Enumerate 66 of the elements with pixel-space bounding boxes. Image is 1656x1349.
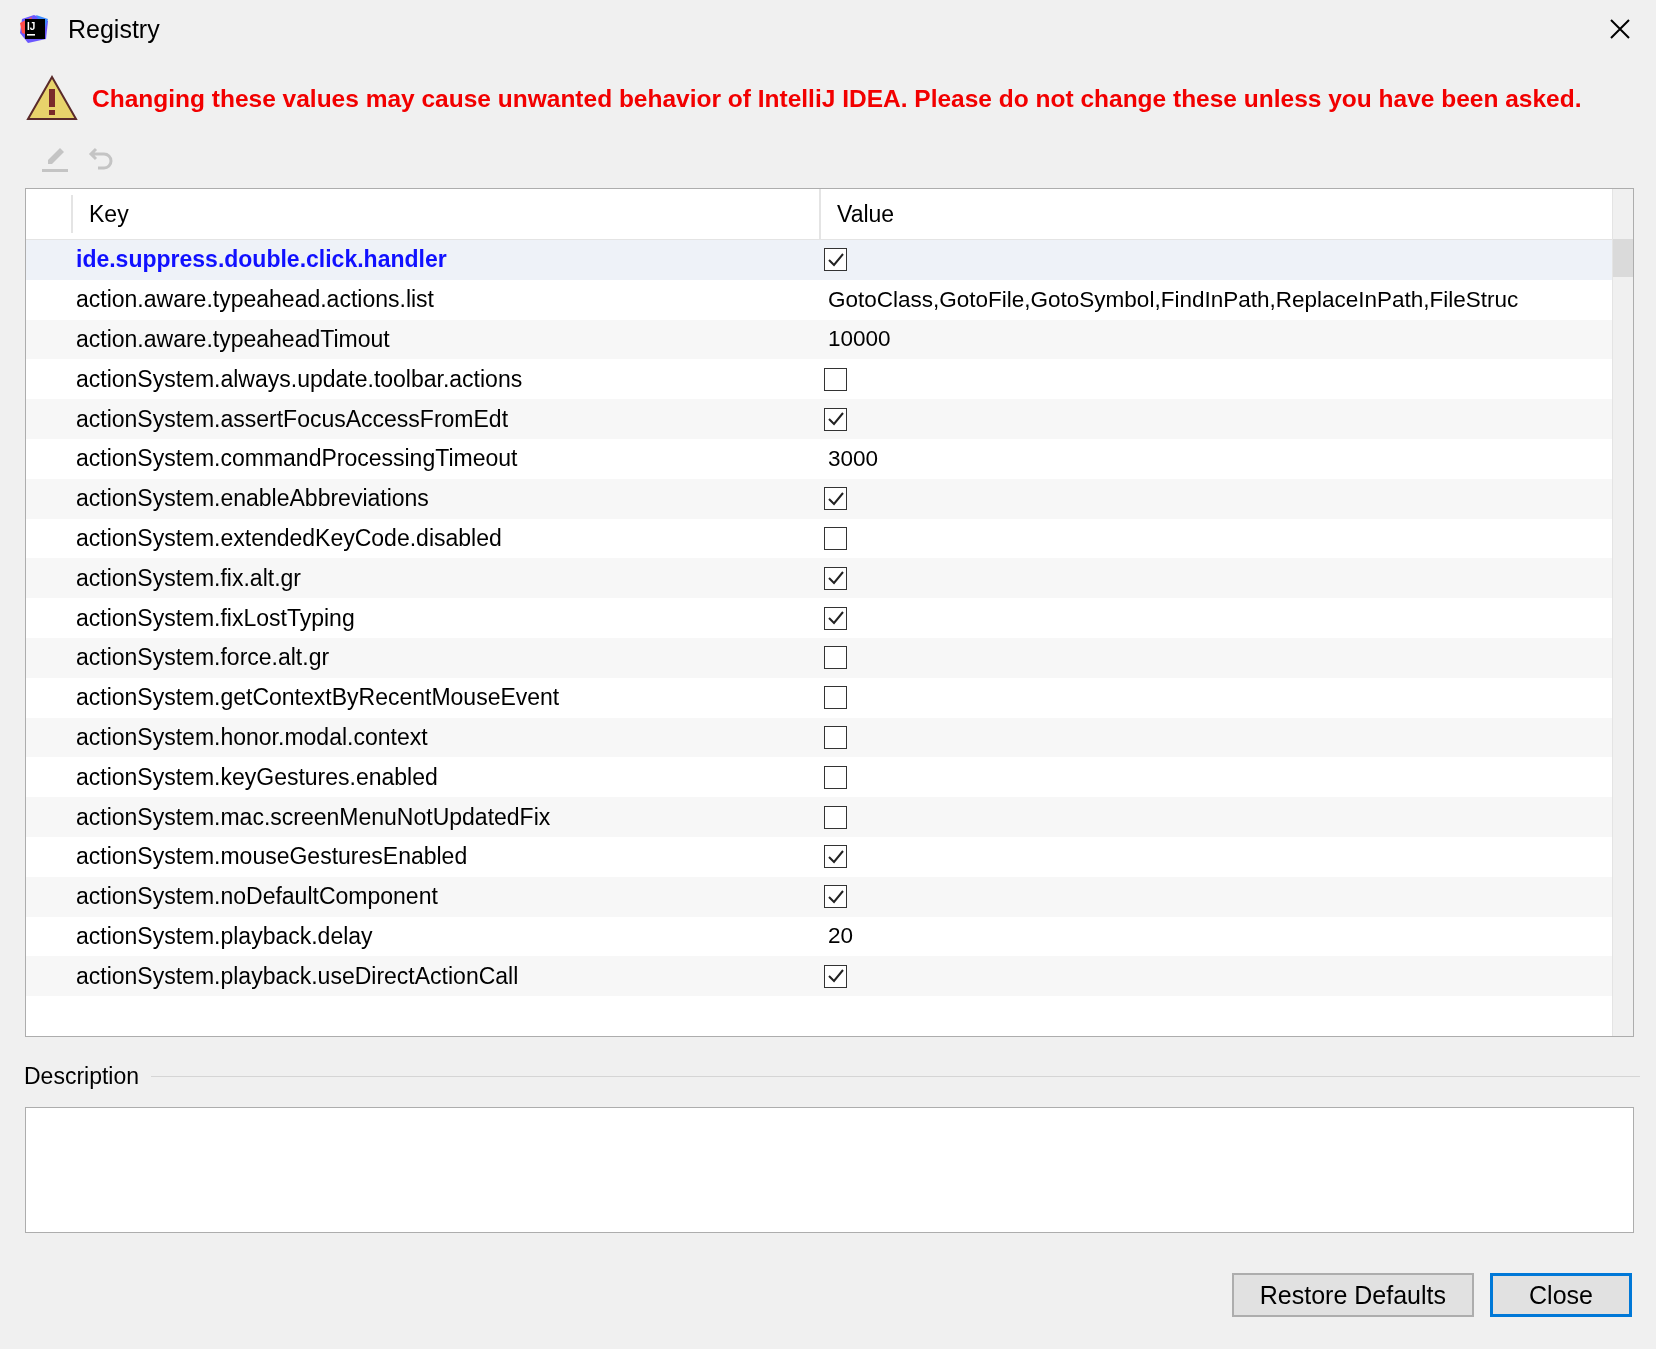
restore-defaults-button[interactable]: Restore Defaults [1231, 1273, 1474, 1317]
table-row[interactable]: actionSystem.getContextByRecentMouseEvent [26, 677, 1612, 718]
key-cell: actionSystem.extendedKeyCode.disabled [76, 524, 502, 551]
key-cell: actionSystem.mouseGesturesEnabled [76, 843, 468, 870]
window-title: Registry [68, 14, 161, 44]
value-cell: 10000 [828, 326, 891, 352]
table-row[interactable]: actionSystem.commandProcessingTimeout 3000 [26, 439, 1612, 479]
checkbox[interactable] [824, 725, 847, 749]
checkbox[interactable] [824, 964, 847, 988]
scrollbar[interactable] [1612, 189, 1633, 1036]
table-row[interactable]: actionSystem.always.update.toolbar.actions [26, 359, 1612, 400]
checkbox[interactable] [824, 606, 847, 630]
checkbox[interactable] [824, 885, 847, 909]
checkbox[interactable] [824, 845, 847, 869]
table-row[interactable]: actionSystem.extendedKeyCode.disabled [26, 518, 1612, 559]
warning-icon [26, 75, 78, 123]
table-row[interactable]: actionSystem.force.alt.gr [26, 637, 1612, 678]
table-row[interactable]: actionSystem.noDefaultComponent [26, 876, 1612, 917]
table-row[interactable]: action.aware.typeaheadTimout 10000 [26, 319, 1612, 360]
table-row[interactable]: actionSystem.mac.screenMenuNotUpdatedFix [26, 797, 1612, 837]
checkbox[interactable] [824, 407, 847, 431]
key-cell: actionSystem.playback.delay [76, 922, 373, 949]
warning-message: Changing these values may cause unwanted behavior of IntelliJ IDEA. Please do not change these unless you have been asked. [92, 85, 1582, 113]
value-cell: 3000 [828, 445, 879, 471]
table-row[interactable]: actionSystem.playback.useDirectActionCall [26, 956, 1612, 997]
table-row[interactable]: actionSystem.keyGestures.enabled [26, 757, 1612, 798]
table-row[interactable]: actionSystem.fixLostTyping [26, 598, 1612, 638]
checkbox[interactable] [824, 566, 847, 590]
key-cell: actionSystem.noDefaultComponent [76, 883, 438, 910]
key-cell: actionSystem.mac.screenMenuNotUpdatedFix [76, 803, 551, 830]
checkbox[interactable] [824, 765, 847, 789]
table-row[interactable]: actionSystem.assertFocusAccessFromEdt [26, 399, 1612, 439]
checkbox[interactable] [824, 805, 847, 829]
key-cell: actionSystem.enableAbbreviations [76, 485, 429, 512]
app-logo: IJ [18, 13, 50, 45]
key-cell: actionSystem.commandProcessingTimeout [76, 445, 518, 472]
key-cell: action.aware.typeaheadTimout [76, 326, 390, 352]
key-cell: action.aware.typeahead.actions.list [76, 286, 434, 313]
key-cell: actionSystem.honor.modal.context [76, 723, 428, 750]
checkbox[interactable] [824, 646, 847, 670]
table-row[interactable]: ide.suppress.double.click.handler [26, 240, 1612, 280]
key-cell: actionSystem.keyGestures.enabled [76, 763, 438, 790]
key-cell: actionSystem.always.update.toolbar.actions [76, 365, 523, 392]
key-cell: actionSystem.force.alt.gr [76, 644, 330, 671]
table-row[interactable]: actionSystem.honor.modal.context [26, 717, 1612, 758]
key-cell: ide.suppress.double.click.handler [76, 246, 447, 273]
checkbox[interactable] [824, 487, 847, 511]
description-label: Description [24, 1062, 140, 1090]
key-cell: actionSystem.getContextByRecentMouseEvent [76, 684, 560, 711]
key-cell: actionSystem.fix.alt.gr [76, 564, 301, 591]
key-cell: actionSystem.fixLostTyping [76, 604, 355, 631]
close-button[interactable]: Close [1490, 1273, 1632, 1317]
table-row[interactable]: actionSystem.playback.delay 20 [26, 916, 1612, 957]
key-cell: actionSystem.assertFocusAccessFromEdt [76, 405, 509, 432]
checkbox[interactable] [824, 686, 847, 710]
table-row[interactable]: actionSystem.enableAbbreviations [26, 478, 1612, 519]
checkbox[interactable] [824, 526, 847, 550]
column-header[interactable]: Value [821, 189, 1612, 239]
checkbox[interactable] [824, 367, 847, 391]
key-cell: actionSystem.playback.useDirectActionCall [76, 962, 519, 989]
value-cell: GotoClass,GotoFile,GotoSymbol,FindInPath,ReplaceInPath,FileStruc [828, 286, 1519, 312]
table-row[interactable]: actionSystem.mouseGesturesEnabled [26, 836, 1612, 877]
table-row[interactable]: actionSystem.fix.alt.gr [26, 558, 1612, 599]
value-cell: 20 [828, 923, 854, 949]
checkbox[interactable] [824, 248, 847, 272]
table-row[interactable]: action.aware.typeahead.actions.list GotoClass,GotoFile,GotoSymbol,FindInPath,ReplaceInPath,FileStruc [26, 279, 1612, 320]
